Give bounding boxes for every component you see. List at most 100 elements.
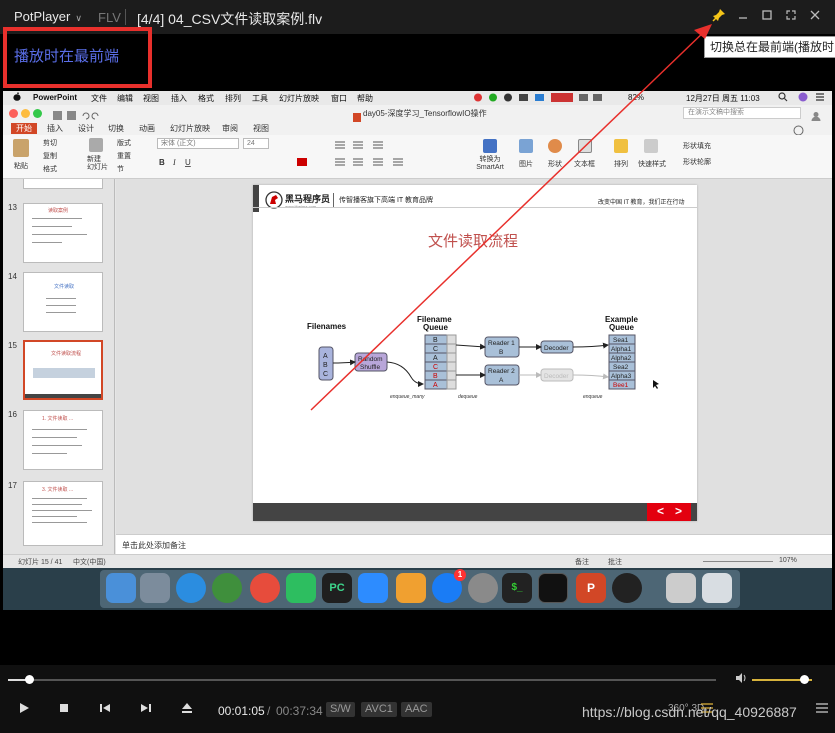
font-name-select[interactable]: 宋体 (正文) — [157, 138, 239, 149]
tab-insert[interactable]: 插入 — [42, 123, 68, 134]
spotlight-icon[interactable] — [778, 92, 788, 104]
ppt-search-input[interactable]: 在演示文稿中搜索 — [683, 107, 801, 119]
mac-menu-item[interactable]: 文件 — [91, 93, 107, 104]
tab-view[interactable]: 视图 — [248, 123, 274, 134]
mac-app-name[interactable]: PowerPoint — [33, 93, 77, 102]
stop-button[interactable] — [56, 702, 72, 718]
launchpad-icon[interactable] — [140, 573, 170, 603]
tab-review[interactable]: 审阅 — [217, 123, 243, 134]
seek-handle[interactable] — [24, 675, 34, 684]
mac-menu-item[interactable]: 编辑 — [117, 93, 133, 104]
tab-animations[interactable]: 动画 — [134, 123, 160, 134]
new-slide-icon[interactable] — [89, 138, 103, 152]
format-painter-button[interactable]: 格式 — [43, 164, 57, 174]
slide-prev-button[interactable]: < — [657, 504, 664, 518]
notification-center-icon[interactable] — [815, 92, 825, 104]
font-size-select[interactable]: 24 — [243, 138, 269, 149]
keynote-icon[interactable] — [396, 573, 426, 603]
mac-menu-item[interactable]: 窗口 — [331, 93, 347, 104]
slide-thumbnail[interactable]: 读取案例 — [23, 203, 103, 263]
powerpoint-icon[interactable]: P — [576, 573, 606, 603]
sw-tag[interactable]: S/W — [326, 702, 355, 717]
comments-toggle[interactable]: 批注 — [608, 557, 622, 567]
finder-icon[interactable] — [106, 573, 136, 603]
copy-button[interactable]: 复制 — [43, 151, 57, 161]
slide-next-button[interactable]: > — [675, 504, 682, 518]
playlist-icon[interactable] — [815, 702, 829, 717]
quick-styles-icon[interactable] — [644, 139, 658, 153]
tab-home[interactable]: 开始 — [11, 123, 37, 134]
slide[interactable]: 黑马程序员 www.itheima.com 传智播客旗下高端 IT 教育品牌 改… — [253, 185, 697, 521]
atom-icon[interactable] — [212, 573, 242, 603]
smartart-icon[interactable] — [483, 139, 497, 153]
notes-toggle[interactable]: 备注 — [575, 557, 589, 567]
close-button[interactable] — [806, 8, 824, 26]
font-format-buttons[interactable]: B I U — [157, 155, 327, 173]
tab-design[interactable]: 设计 — [73, 123, 99, 134]
window-zoom-dot[interactable] — [33, 109, 42, 118]
potplayer-menu-button[interactable]: PotPlayer ∨ — [14, 9, 82, 24]
tab-slideshow[interactable]: 幻灯片放映 — [165, 123, 215, 134]
mac-menu-item[interactable]: 视图 — [143, 93, 159, 104]
video-codec-tag[interactable]: AVC1 — [361, 702, 397, 717]
layout-button[interactable]: 版式 — [117, 138, 131, 148]
slide-thumbnail[interactable]: 文件读取 — [23, 272, 103, 332]
pycharm-icon[interactable]: PC — [322, 573, 352, 603]
slide-thumbnail-selected[interactable]: 文件读取流程 — [23, 340, 103, 400]
volume-icon[interactable] — [735, 673, 747, 686]
picture-icon[interactable] — [519, 139, 533, 153]
textbox-icon[interactable] — [578, 139, 592, 153]
slide-thumbnail[interactable] — [23, 179, 103, 189]
trash-icon[interactable] — [702, 573, 732, 603]
ppt-title-bar: day05-深度学习_TensorflowIO操作 在演示文稿中搜索 — [3, 105, 832, 122]
reset-button[interactable]: 重置 — [117, 151, 131, 161]
shape-fill-button[interactable]: 形状填充 — [683, 141, 711, 151]
apple-icon[interactable] — [13, 92, 21, 103]
section-button[interactable]: 节 — [117, 164, 124, 174]
siri-icon[interactable] — [798, 92, 808, 104]
zoom-slider[interactable] — [703, 561, 773, 562]
maximize-button[interactable] — [758, 8, 776, 26]
mac-menu-item[interactable]: 幻灯片放映 — [279, 93, 319, 104]
eject-button[interactable] — [179, 702, 195, 718]
mac-menu-item[interactable]: 格式 — [198, 93, 214, 104]
pin-on-top-button[interactable] — [710, 8, 728, 26]
next-button[interactable] — [138, 702, 154, 718]
notes-pane[interactable]: 单击此处添加备注 — [116, 534, 832, 554]
paste-icon[interactable] — [13, 139, 29, 157]
obs-icon[interactable] — [612, 573, 642, 603]
arrange-icon[interactable] — [614, 139, 628, 153]
mac-menu-item[interactable]: 帮助 — [357, 93, 373, 104]
zoom-icon[interactable] — [358, 573, 388, 603]
minimize-button[interactable] — [734, 8, 752, 26]
app-store-icon[interactable]: 1 — [432, 569, 466, 603]
tab-transitions[interactable]: 切换 — [103, 123, 129, 134]
terminal-icon[interactable]: $_ — [502, 573, 532, 603]
svg-text:C: C — [433, 364, 438, 371]
paste-label: 粘贴 — [14, 163, 28, 170]
activity-monitor-icon[interactable] — [538, 573, 568, 603]
chrome-icon[interactable] — [250, 573, 280, 603]
system-preferences-icon[interactable] — [468, 573, 498, 603]
shape-icon[interactable] — [548, 139, 562, 153]
shape-outline-button[interactable]: 形状轮廓 — [683, 157, 711, 167]
cut-button[interactable]: 剪切 — [43, 138, 57, 148]
fullscreen-button[interactable] — [782, 8, 800, 26]
window-close-dot[interactable] — [9, 109, 18, 118]
previous-button[interactable] — [97, 702, 113, 718]
mac-menu-item[interactable]: 排列 — [225, 93, 241, 104]
play-button[interactable] — [16, 702, 32, 718]
close-icon — [810, 10, 820, 20]
slide-thumbnail[interactable]: 1. 文件读取 ... — [23, 410, 103, 470]
mac-menu-item[interactable]: 插入 — [171, 93, 187, 104]
paragraph-buttons[interactable] — [333, 139, 473, 176]
mac-menu-item[interactable]: 工具 — [252, 93, 268, 104]
smartart-label: 转换为 SmartArt — [476, 156, 504, 171]
seek-bar[interactable] — [8, 679, 716, 681]
window-minimize-dot[interactable] — [21, 109, 30, 118]
slide-thumbnail[interactable]: 3. 文件读取 ... — [23, 481, 103, 546]
safari-icon[interactable] — [176, 573, 206, 603]
archive-icon[interactable] — [666, 573, 696, 603]
evernote-icon[interactable] — [286, 573, 316, 603]
audio-codec-tag[interactable]: AAC — [401, 702, 432, 717]
